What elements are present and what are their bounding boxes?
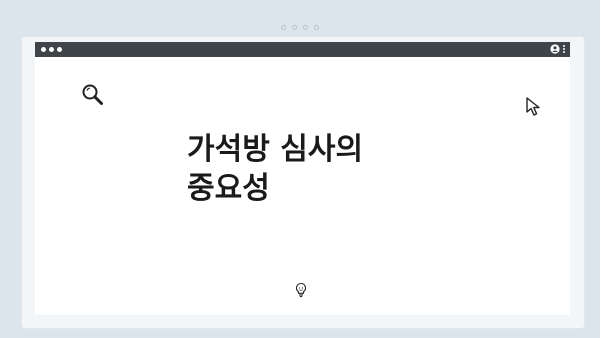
cursor-icon	[526, 97, 540, 116]
pagination-dot	[303, 25, 308, 30]
browser-titlebar	[35, 42, 570, 57]
window-dot-maximize[interactable]	[57, 47, 62, 52]
page-title: 가석방 심사의 중요성	[187, 132, 364, 206]
user-icon[interactable]	[550, 44, 560, 54]
browser-window: 가석방 심사의 중요성	[35, 42, 570, 315]
pagination-dot	[281, 25, 286, 30]
window-dot-minimize[interactable]	[49, 47, 54, 52]
search-icon[interactable]	[80, 82, 106, 108]
pagination-dot	[292, 25, 297, 30]
window-dot-close[interactable]	[41, 47, 46, 52]
kebab-menu-icon[interactable]	[563, 45, 565, 53]
pagination-dot	[314, 25, 319, 30]
titlebar-actions	[550, 44, 565, 54]
window-controls	[41, 47, 62, 52]
pagination-dots	[281, 25, 319, 30]
lightbulb-icon	[295, 282, 307, 298]
